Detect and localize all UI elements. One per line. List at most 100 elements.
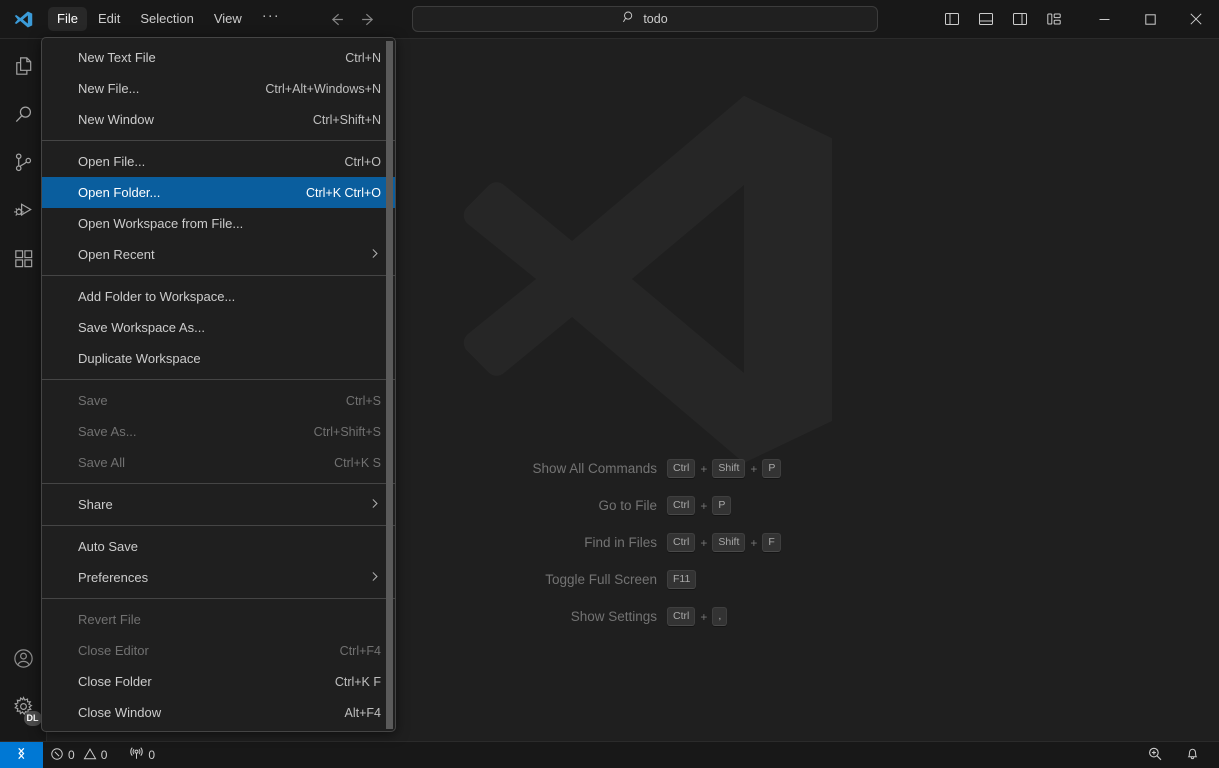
- menu-item-preferences[interactable]: Preferences: [42, 562, 395, 593]
- bell-icon: [1185, 746, 1200, 764]
- search-icon: [12, 103, 35, 131]
- menu-item-open-file[interactable]: Open File... Ctrl+O: [42, 146, 395, 177]
- shortcut-keys: F11: [667, 570, 696, 589]
- menubar-item-edit[interactable]: Edit: [89, 7, 129, 31]
- close-window-button[interactable]: [1173, 0, 1219, 38]
- error-count: 0: [68, 748, 75, 762]
- menu-item-label: Open Folder...: [78, 185, 288, 200]
- menu-item-close-folder[interactable]: Close Folder Ctrl+K F: [42, 666, 395, 697]
- vscode-logo-icon: [0, 0, 47, 38]
- sidebar-item-explorer[interactable]: [0, 45, 47, 93]
- activity-bar-top: [0, 39, 47, 285]
- shortcut-keys: Ctrl + ,: [667, 607, 727, 626]
- accounts-button[interactable]: [0, 637, 47, 685]
- key-cap: P: [712, 496, 731, 515]
- key-cap: P: [762, 459, 781, 478]
- menu-item-label: Save As...: [78, 424, 296, 439]
- menu-separator: [42, 140, 395, 141]
- menubar-item-view[interactable]: View: [205, 7, 251, 31]
- sidebar-item-extensions[interactable]: [0, 237, 47, 285]
- file-menu-dropdown[interactable]: New Text File Ctrl+N New File... Ctrl+Al…: [41, 37, 396, 732]
- menu-item-label: Close Window: [78, 705, 327, 720]
- menu-item-save: Save Ctrl+S: [42, 385, 395, 416]
- sidebar-item-search[interactable]: [0, 93, 47, 141]
- menu-item-save-workspace-as[interactable]: Save Workspace As...: [42, 312, 395, 343]
- menu-item-add-folder-to-workspace[interactable]: Add Folder to Workspace...: [42, 281, 395, 312]
- menu-item-share[interactable]: Share: [42, 489, 395, 520]
- menu-scrollbar-thumb[interactable]: [386, 41, 393, 729]
- navigation-arrows: [326, 8, 380, 30]
- files-icon: [12, 55, 35, 83]
- menu-item-new-window[interactable]: New Window Ctrl+Shift+N: [42, 104, 395, 135]
- menu-item-new-text-file[interactable]: New Text File Ctrl+N: [42, 42, 395, 73]
- layout-sidebar-left-icon[interactable]: [939, 6, 965, 32]
- shortcut-row: Find in Files Ctrl + Shift + F: [457, 533, 809, 552]
- menu-item-duplicate-workspace[interactable]: Duplicate Workspace: [42, 343, 395, 374]
- menu-separator: [42, 483, 395, 484]
- menu-item-close-window[interactable]: Close Window Alt+F4: [42, 697, 395, 728]
- status-bar: 0 0 0: [0, 741, 1219, 768]
- remote-host-indicator[interactable]: [0, 742, 43, 768]
- vscode-window: File Edit Selection View ···: [0, 0, 1219, 768]
- menu-item-shortcut: Ctrl+F4: [322, 644, 381, 658]
- menubar-item-file[interactable]: File: [48, 7, 87, 31]
- shortcut-row: Show All Commands Ctrl + Shift + P: [457, 459, 809, 478]
- menu-item-open-recent[interactable]: Open Recent: [42, 239, 395, 270]
- menu-item-label: Revert File: [78, 612, 363, 627]
- menu-item-shortcut: Ctrl+K Ctrl+O: [288, 186, 381, 200]
- menu-item-shortcut: Ctrl+Shift+S: [296, 425, 381, 439]
- menu-bar: File Edit Selection View ···: [47, 0, 290, 38]
- menubar-item-more[interactable]: ···: [253, 7, 289, 32]
- menu-item-open-folder[interactable]: Open Folder... Ctrl+K Ctrl+O: [42, 177, 395, 208]
- menu-item-auto-save[interactable]: Auto Save: [42, 531, 395, 562]
- warning-icon: [83, 747, 97, 764]
- arrow-right-icon[interactable]: [358, 8, 380, 30]
- key-cap: F11: [667, 570, 696, 589]
- minimize-window-button[interactable]: [1081, 0, 1127, 38]
- search-icon: [622, 10, 636, 29]
- menu-item-new-file[interactable]: New File... Ctrl+Alt+Windows+N: [42, 73, 395, 104]
- manage-settings-button[interactable]: DL: [0, 685, 47, 733]
- sidebar-item-run-debug[interactable]: [0, 189, 47, 237]
- menu-item-label: New Window: [78, 112, 295, 127]
- command-center[interactable]: todo: [412, 6, 878, 32]
- menu-scrollbar-track[interactable]: [384, 39, 394, 730]
- key-plus: +: [750, 536, 757, 550]
- layout-customize-icon[interactable]: [1041, 6, 1067, 32]
- key-cap: Ctrl: [667, 607, 695, 626]
- extensions-icon: [12, 247, 35, 275]
- shortcut-row: Go to File Ctrl + P: [457, 496, 809, 515]
- layout-sidebar-right-icon[interactable]: [1007, 6, 1033, 32]
- account-icon: [12, 647, 35, 675]
- menu-item-label: Close Editor: [78, 643, 322, 658]
- shortcut-row: Show Settings Ctrl + ,: [457, 607, 809, 626]
- maximize-window-button[interactable]: [1127, 0, 1173, 38]
- shortcut-label: Show All Commands: [457, 461, 657, 476]
- key-cap: Ctrl: [667, 533, 695, 552]
- menu-item-label: Add Folder to Workspace...: [78, 289, 363, 304]
- key-cap: Shift: [712, 533, 745, 552]
- title-bar: File Edit Selection View ···: [0, 0, 1219, 39]
- menu-item-shortcut: Ctrl+Alt+Windows+N: [247, 82, 381, 96]
- activity-bar-bottom: DL: [0, 637, 47, 741]
- menu-item-label: New Text File: [78, 50, 327, 65]
- arrow-left-icon[interactable]: [326, 8, 348, 30]
- source-control-icon: [12, 151, 35, 179]
- menu-item-label: Save Workspace As...: [78, 320, 363, 335]
- status-zoom[interactable]: [1136, 744, 1174, 766]
- menubar-item-selection[interactable]: Selection: [131, 7, 202, 31]
- status-radio-tower[interactable]: 0: [122, 744, 162, 766]
- menu-item-label: Save All: [78, 455, 316, 470]
- shortcut-label: Find in Files: [457, 535, 657, 550]
- sidebar-item-source-control[interactable]: [0, 141, 47, 189]
- status-problems[interactable]: 0 0: [43, 744, 114, 766]
- layout-panel-icon[interactable]: [973, 6, 999, 32]
- menu-separator: [42, 275, 395, 276]
- radio-tower-icon: [129, 746, 144, 764]
- key-plus: +: [750, 462, 757, 476]
- menu-item-label: Share: [78, 497, 381, 512]
- menu-separator: [42, 379, 395, 380]
- shortcut-keys: Ctrl + Shift + P: [667, 459, 781, 478]
- status-notifications[interactable]: [1174, 744, 1211, 766]
- menu-item-open-workspace-from-file[interactable]: Open Workspace from File...: [42, 208, 395, 239]
